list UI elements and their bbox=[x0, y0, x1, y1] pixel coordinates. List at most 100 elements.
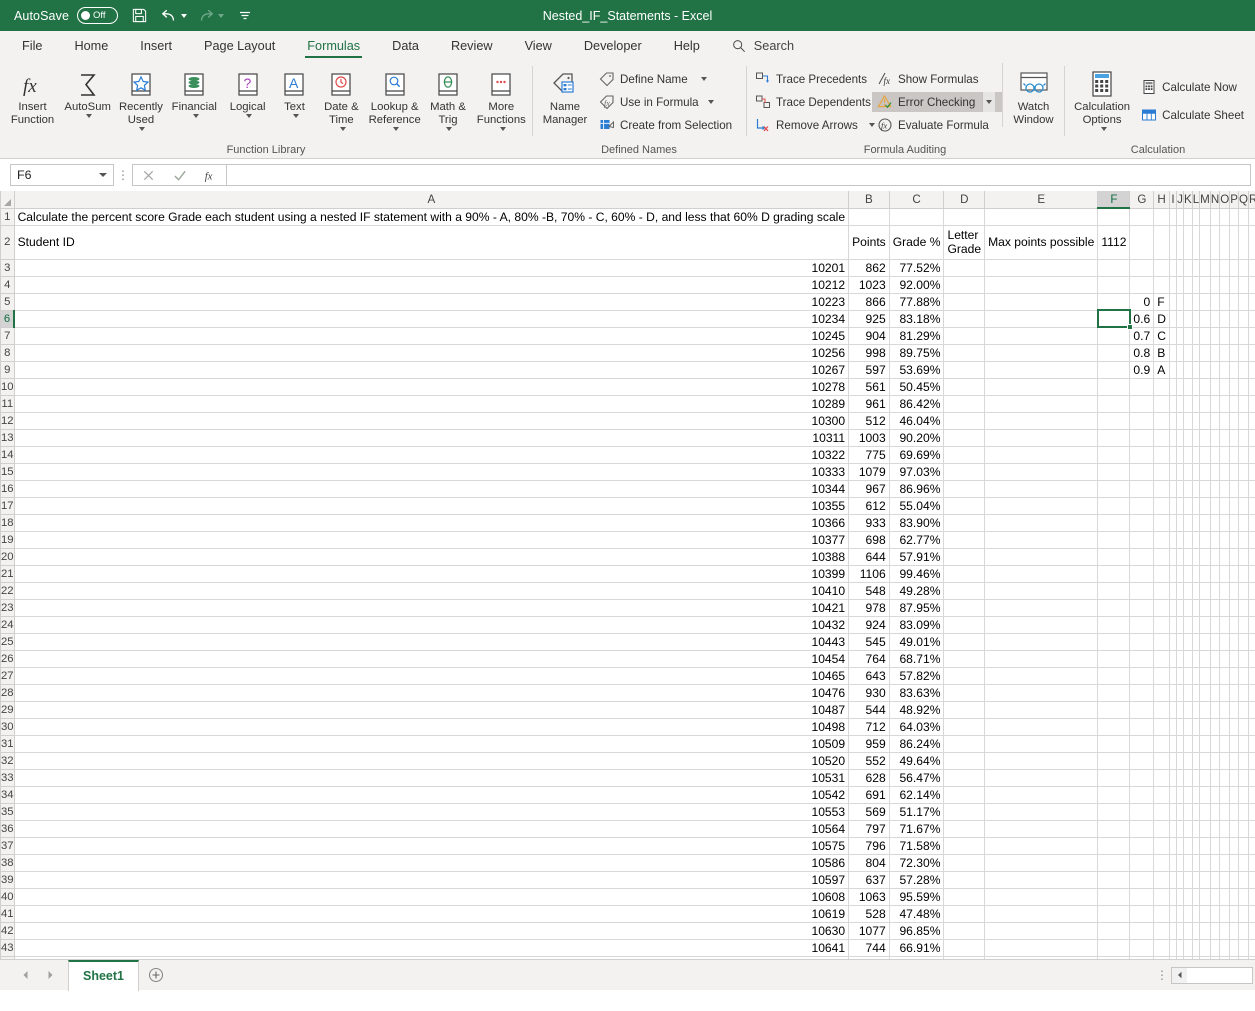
text-dropdown-caret[interactable] bbox=[292, 114, 299, 118]
grid-cell[interactable] bbox=[1229, 718, 1239, 736]
grid-cell[interactable] bbox=[1219, 786, 1231, 804]
grid-cell[interactable] bbox=[1199, 378, 1211, 396]
grid-cell[interactable] bbox=[1183, 599, 1193, 617]
cell-A38[interactable]: 10586 bbox=[14, 854, 850, 872]
cell-G31[interactable] bbox=[1129, 735, 1155, 753]
grid-cell[interactable] bbox=[1183, 548, 1193, 566]
cell-D38[interactable] bbox=[943, 854, 986, 872]
cell-C13[interactable]: 90.20% bbox=[889, 429, 945, 447]
grid-cell[interactable] bbox=[1183, 701, 1193, 719]
grid-cell[interactable] bbox=[1210, 480, 1221, 498]
cell-G37[interactable] bbox=[1129, 837, 1155, 855]
cell-H33[interactable] bbox=[1153, 769, 1170, 787]
grid-cell[interactable] bbox=[1183, 361, 1193, 379]
grid-cell[interactable] bbox=[1183, 225, 1193, 260]
cell-A6[interactable]: 10234 bbox=[14, 310, 850, 328]
grid-cell[interactable] bbox=[1238, 650, 1250, 668]
grid-cell[interactable] bbox=[1176, 497, 1184, 515]
cell-E9[interactable] bbox=[984, 361, 1099, 379]
cell-H14[interactable] bbox=[1153, 446, 1170, 464]
cell-G15[interactable] bbox=[1129, 463, 1155, 481]
grid-cell[interactable] bbox=[1176, 480, 1184, 498]
cell-F22[interactable] bbox=[1097, 582, 1131, 600]
grid-cell[interactable] bbox=[1199, 582, 1211, 600]
tab-formulas[interactable]: Formulas bbox=[291, 31, 376, 60]
cell-H17[interactable] bbox=[1153, 497, 1170, 515]
grid-cell[interactable] bbox=[1183, 956, 1193, 959]
grid-cell[interactable] bbox=[1183, 667, 1193, 685]
cell-A3[interactable]: 10201 bbox=[14, 259, 850, 277]
cell-B37[interactable]: 796 bbox=[848, 837, 890, 855]
grid-cell[interactable] bbox=[1248, 497, 1255, 515]
cell-B26[interactable]: 764 bbox=[848, 650, 890, 668]
cell-D8[interactable] bbox=[943, 344, 986, 362]
error-checking-button[interactable]: Error Checking bbox=[872, 92, 1002, 112]
grid-cell[interactable] bbox=[1248, 871, 1255, 889]
cell-F25[interactable] bbox=[1097, 633, 1131, 651]
cell-E39[interactable] bbox=[984, 871, 1099, 889]
cell-E42[interactable] bbox=[984, 922, 1099, 940]
grid-cell[interactable] bbox=[1238, 208, 1250, 226]
grid-cell[interactable] bbox=[1219, 446, 1231, 464]
row-header-35[interactable]: 35 bbox=[0, 802, 15, 821]
grid-cell[interactable] bbox=[1183, 327, 1193, 345]
grid-cell[interactable] bbox=[1219, 463, 1231, 481]
grid-cell[interactable] bbox=[1248, 225, 1255, 260]
grid-cell[interactable] bbox=[1238, 514, 1250, 532]
grid-cell[interactable] bbox=[1183, 905, 1193, 923]
grid-cell[interactable] bbox=[1169, 446, 1177, 464]
grid-cell[interactable] bbox=[1176, 616, 1184, 634]
cell-F37[interactable] bbox=[1097, 837, 1131, 855]
date-time-button[interactable]: Date & Time bbox=[315, 63, 368, 131]
grid-cell[interactable] bbox=[1238, 684, 1250, 702]
row-header-8[interactable]: 8 bbox=[0, 343, 15, 362]
grid-cell[interactable] bbox=[1210, 905, 1221, 923]
cell-E25[interactable] bbox=[984, 633, 1099, 651]
cell-G35[interactable] bbox=[1129, 803, 1155, 821]
cell-A11[interactable]: 10289 bbox=[14, 395, 850, 413]
grid-cell[interactable] bbox=[1199, 888, 1211, 906]
grid-cell[interactable] bbox=[1169, 888, 1177, 906]
cell-F7[interactable] bbox=[1097, 327, 1131, 345]
grid-cell[interactable] bbox=[1169, 905, 1177, 923]
cell-E19[interactable] bbox=[984, 531, 1099, 549]
tab-developer[interactable]: Developer bbox=[568, 31, 658, 60]
scroll-track[interactable] bbox=[1187, 967, 1252, 983]
grid-cell[interactable] bbox=[1183, 497, 1193, 515]
row-header-43[interactable]: 43 bbox=[0, 938, 15, 957]
cell-G41[interactable] bbox=[1129, 905, 1155, 923]
cell-G40[interactable] bbox=[1129, 888, 1155, 906]
grid-cell[interactable] bbox=[1219, 718, 1231, 736]
grid-cell[interactable] bbox=[1238, 429, 1250, 447]
cell-H42[interactable] bbox=[1153, 922, 1170, 940]
grid-cell[interactable] bbox=[1199, 463, 1211, 481]
cell-H10[interactable] bbox=[1153, 378, 1170, 396]
grid-cell[interactable] bbox=[1210, 327, 1221, 345]
logical-button[interactable]: ? Logical bbox=[221, 63, 274, 118]
cell-G43[interactable] bbox=[1129, 939, 1155, 957]
cell-E24[interactable] bbox=[984, 616, 1099, 634]
cell-E40[interactable] bbox=[984, 888, 1099, 906]
cell-G13[interactable] bbox=[1129, 429, 1155, 447]
cell-D19[interactable] bbox=[943, 531, 986, 549]
grid-cell[interactable] bbox=[1238, 888, 1250, 906]
cell-E12[interactable] bbox=[984, 412, 1099, 430]
define-name-button[interactable]: Define Name bbox=[594, 69, 736, 89]
grid-cell[interactable] bbox=[1219, 752, 1231, 770]
grid-cell[interactable] bbox=[1169, 616, 1177, 634]
cell-D13[interactable] bbox=[943, 429, 986, 447]
grid-cell[interactable] bbox=[1192, 769, 1201, 787]
cell-B10[interactable]: 561 bbox=[848, 378, 890, 396]
cell-D10[interactable] bbox=[943, 378, 986, 396]
grid-cell[interactable] bbox=[1199, 293, 1211, 311]
cell-H28[interactable] bbox=[1153, 684, 1170, 702]
grid-cell[interactable] bbox=[1210, 531, 1221, 549]
grid-cell[interactable] bbox=[1192, 922, 1201, 940]
grid-cell[interactable] bbox=[1183, 429, 1193, 447]
cell-F43[interactable] bbox=[1097, 939, 1131, 957]
grid-cell[interactable] bbox=[1169, 735, 1177, 753]
row-header-15[interactable]: 15 bbox=[0, 462, 15, 481]
grid-cell[interactable] bbox=[1229, 480, 1239, 498]
trace-precedents-button[interactable]: Trace Precedents bbox=[750, 69, 872, 89]
horizontal-scrollbar[interactable] bbox=[1171, 966, 1253, 984]
